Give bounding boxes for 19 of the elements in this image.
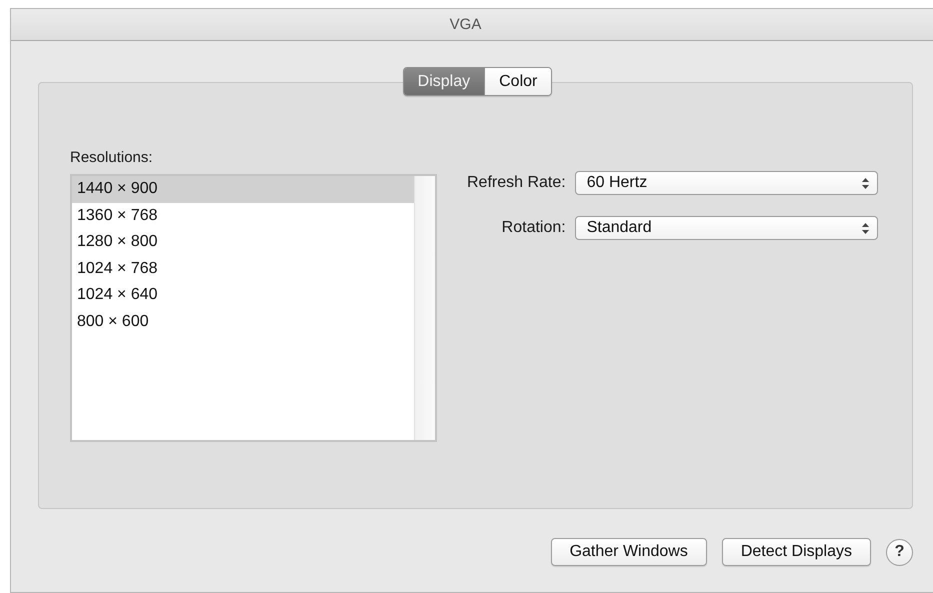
push-button[interactable]: Detect Displays <box>722 538 871 566</box>
stepper-arrows-icon <box>862 178 869 188</box>
help-button[interactable]: ? <box>886 538 913 566</box>
list-item[interactable]: 800 × 600 <box>72 308 414 335</box>
list-item[interactable]: 1440 × 900 <box>72 176 414 202</box>
push-button[interactable]: Gather Windows <box>550 538 707 566</box>
list-item[interactable]: 1024 × 768 <box>72 256 414 282</box>
list-item[interactable]: 1280 × 800 <box>72 229 414 256</box>
popup-menu[interactable]: Standard <box>574 216 878 240</box>
tab[interactable]: Display <box>404 68 484 95</box>
setting-label: Rotation: <box>502 219 566 237</box>
resolutions-label: Resolutions: <box>70 149 154 166</box>
tab[interactable]: Color <box>484 68 552 95</box>
window-title: VGA <box>450 16 482 33</box>
stepper-arrows-icon <box>862 222 869 234</box>
setting-label: Refresh Rate: <box>467 174 566 192</box>
list-item[interactable]: 1360 × 768 <box>72 202 414 229</box>
list-item[interactable]: 1024 × 640 <box>72 282 414 308</box>
popup-menu[interactable]: 60 Hertz <box>574 171 878 195</box>
